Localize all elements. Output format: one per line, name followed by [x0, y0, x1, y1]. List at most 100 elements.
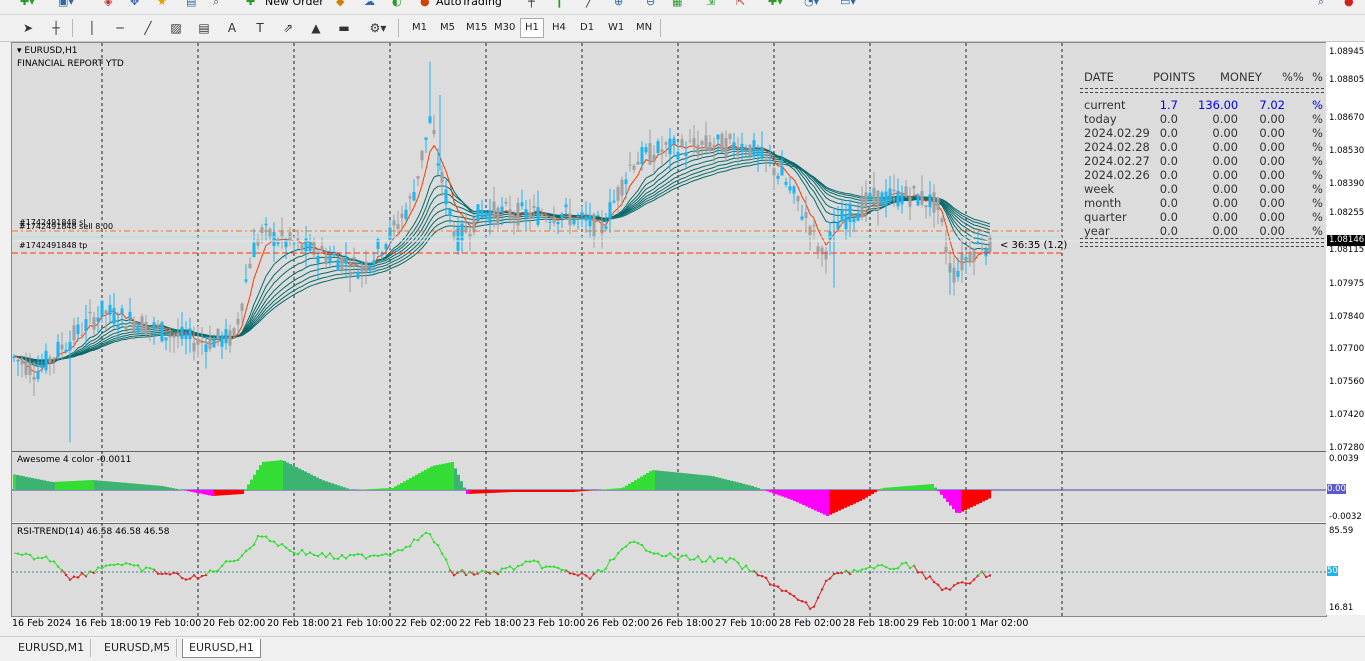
report-cell-money: 0.00 [1198, 196, 1238, 210]
report-header: POINTS [1153, 70, 1195, 84]
price-axis[interactable]: 1.089451.088051.086701.085301.083901.082… [1326, 42, 1365, 615]
market-watch-icon[interactable]: ◈ [104, 0, 112, 13]
timeframe-m15-button[interactable]: M15 [462, 19, 491, 37]
candle-body [161, 322, 164, 341]
bar-chart-icon[interactable]: ┼ [528, 0, 535, 13]
candle-body [253, 243, 256, 257]
triangle-icon[interactable]: ▲ [306, 18, 326, 38]
new-chart-icon[interactable]: ✚▾ [20, 0, 35, 13]
report-cell-money: 0.00 [1198, 182, 1238, 196]
cursor-icon[interactable]: ➤ [18, 18, 38, 38]
new-order-icon[interactable]: ✚ [246, 0, 255, 13]
text-icon[interactable]: A [222, 18, 242, 38]
time-axis[interactable]: 16 Feb 202416 Feb 18:0019 Feb 10:0020 Fe… [11, 616, 1325, 634]
candle-body [137, 326, 140, 333]
time-tick: 28 Feb 02:00 [779, 618, 841, 629]
candle-body [653, 155, 656, 162]
terminal-icon[interactable]: ▤ [186, 0, 196, 13]
zoom-out-icon[interactable]: ⊖ [646, 0, 655, 13]
alert-icon[interactable]: ● [1344, 0, 1354, 13]
timeframe-m30-button[interactable]: M30 [490, 19, 519, 37]
report-cell-pct: 7.02 [1245, 98, 1285, 112]
chart-tab[interactable]: EURUSD,M1 [12, 639, 91, 657]
vertical-line-icon[interactable]: │ [82, 18, 102, 38]
search-icon[interactable]: ⌕ [1318, 0, 1324, 13]
candle-body [509, 209, 512, 218]
timeframe-m5-button[interactable]: M5 [436, 19, 459, 37]
autotrading-button[interactable]: AutoTrading [436, 0, 502, 13]
candle-body [773, 168, 776, 175]
chart-shift-icon[interactable]: ⇱ [736, 0, 745, 13]
candle-body [173, 335, 176, 338]
templates-icon[interactable]: ▭▾ [840, 0, 856, 13]
rectangle-icon[interactable]: ▬ [334, 18, 354, 38]
candle-body [945, 247, 948, 253]
chart-tab[interactable]: EURUSD,H1 [182, 639, 261, 658]
time-tick: 20 Feb 18:00 [267, 618, 329, 629]
shapes-menu-icon[interactable]: ⚙▾ [364, 18, 392, 38]
price-tick: 1.08945 [1329, 47, 1364, 57]
candle-body [897, 191, 900, 206]
ao-bar [667, 472, 670, 490]
text-label-icon[interactable]: T [250, 18, 270, 38]
crosshair-icon[interactable]: ┼ [46, 18, 66, 38]
arrows-icon[interactable]: ⇗ [278, 18, 298, 38]
profiles-icon[interactable]: ▣▾ [58, 0, 74, 13]
candle-body [545, 217, 548, 220]
new-order-button[interactable]: New Order [265, 0, 324, 13]
candle-chart-icon[interactable]: ┃ [556, 0, 563, 13]
zoom-in-icon[interactable]: ⊕ [614, 0, 623, 13]
candle-body [533, 206, 536, 208]
ao-bar [856, 490, 859, 502]
ao-bar [391, 488, 394, 490]
autoscroll-icon[interactable]: ⇲ [706, 0, 715, 13]
timeframe-d1-button[interactable]: D1 [576, 19, 598, 37]
ao-bar [499, 490, 502, 493]
report-cell-money: 0.00 [1198, 168, 1238, 182]
candle-body [729, 134, 732, 139]
navigator-icon[interactable]: ✥ [130, 0, 139, 13]
equidistant-channel-icon[interactable]: ▨ [166, 18, 186, 38]
tester-icon[interactable]: ⌕ [213, 0, 219, 13]
fibonacci-icon[interactable]: ▤ [194, 18, 214, 38]
candle-body [373, 260, 376, 265]
current-price-tag: 1.08146 [1327, 235, 1365, 246]
ao-bar [361, 490, 364, 491]
market-icon[interactable]: ◐ [392, 0, 402, 13]
signals-icon[interactable]: ☁ [364, 0, 375, 13]
candle-body [781, 166, 784, 175]
favorites-icon[interactable]: ★ [157, 0, 167, 13]
ao-bar [253, 475, 256, 490]
candle-body [853, 218, 856, 222]
timeframe-h1-button[interactable]: H1 [520, 18, 544, 38]
autotrading-icon[interactable]: ● [420, 0, 430, 13]
timeframe-w1-button[interactable]: W1 [604, 19, 628, 37]
indicators-icon[interactable]: ✚▾ [768, 0, 783, 13]
timeframe-m1-button[interactable]: M1 [408, 19, 431, 37]
candle-body [881, 192, 884, 204]
candle-body [745, 151, 748, 152]
ao-bar [139, 484, 142, 490]
ao-bar [148, 485, 151, 490]
timeframe-mn-button[interactable]: MN [632, 19, 656, 37]
candle-body [793, 186, 796, 193]
ao-bar [418, 473, 421, 490]
candle-body [753, 140, 756, 156]
ao-bar [895, 487, 898, 490]
candle-body [169, 336, 172, 337]
tile-windows-icon[interactable]: ▦ [672, 0, 682, 13]
candle-body [961, 253, 964, 270]
candle-body [925, 205, 928, 207]
report-cell-points: 0.0 [1138, 168, 1178, 182]
meta-editor-icon[interactable]: ◆ [336, 0, 344, 13]
timeframe-h4-button[interactable]: H4 [548, 19, 570, 37]
trendline-icon[interactable]: ╱ [138, 18, 158, 38]
line-chart-icon[interactable]: ╱ [586, 0, 593, 13]
ao-bar [208, 490, 211, 495]
ao-bar [118, 482, 121, 490]
ao-bar [205, 490, 208, 495]
chart-tab[interactable]: EURUSD,M5 [98, 639, 177, 657]
horizontal-line-icon[interactable]: ─ [110, 18, 130, 38]
periods-icon[interactable]: ◔▾ [804, 0, 819, 13]
ao-bar [112, 482, 115, 490]
